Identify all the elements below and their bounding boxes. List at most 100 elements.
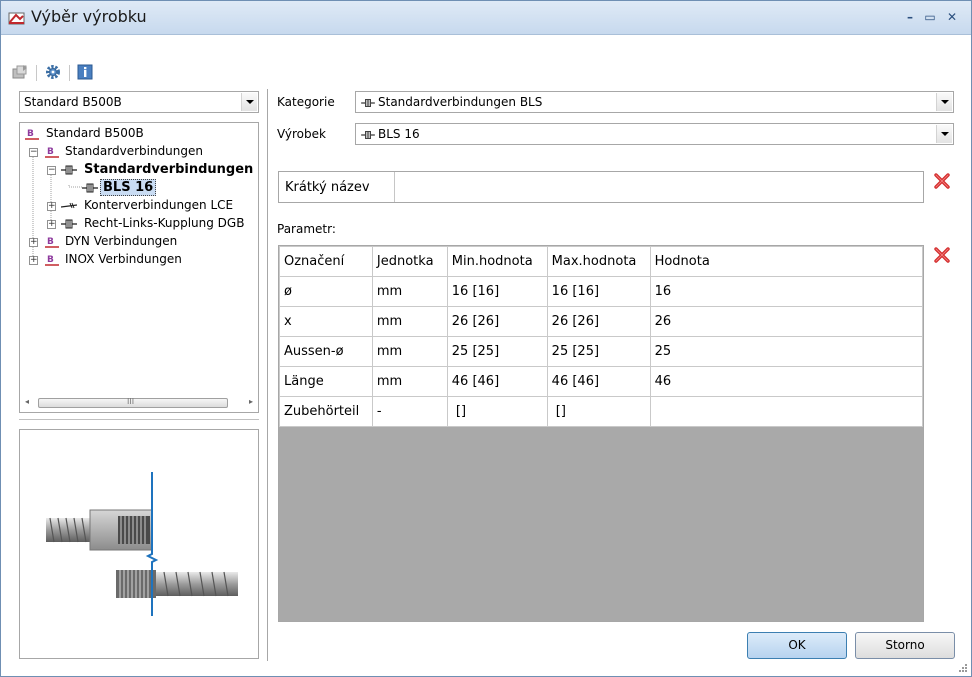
- cell-designation: Länge: [279, 366, 373, 397]
- app-logo-icon: [8, 12, 25, 25]
- tree-item-label: Standardverbindungen BL: [84, 162, 259, 177]
- coupler-icon: [361, 99, 375, 107]
- coupler-preview-image: [46, 472, 238, 616]
- short-name-box: Krátký název: [278, 171, 924, 203]
- category-value: Standardverbindungen BLS: [378, 95, 543, 109]
- tree-item-label: Standard B500B: [46, 126, 144, 140]
- splitter-horizontal[interactable]: [19, 419, 259, 420]
- tree-item-label-selected: BLS 16: [100, 179, 157, 196]
- cell-unit: mm: [371, 336, 448, 367]
- column-header[interactable]: Označení: [279, 246, 373, 277]
- cell-value[interactable]: 16: [649, 276, 924, 307]
- short-name-divider: [394, 172, 395, 202]
- tree-item-label: DYN Verbindungen: [65, 234, 178, 248]
- column-header[interactable]: Hodnota: [649, 246, 924, 277]
- collapse-icon[interactable]: −: [29, 148, 38, 157]
- scrollbar-thumb[interactable]: III: [38, 397, 228, 408]
- table-row[interactable]: x mm 26 [26] 26 [26] 26: [279, 306, 924, 337]
- cell-value[interactable]: 46: [649, 366, 924, 397]
- catalog-select[interactable]: Standard B500B: [19, 91, 259, 113]
- rebar-icon: [61, 202, 77, 209]
- close-button[interactable]: ✕: [945, 10, 959, 24]
- ok-button[interactable]: OK: [747, 632, 847, 659]
- horizontal-scrollbar[interactable]: ◂ III ▸: [22, 396, 256, 410]
- title-bar[interactable]: Výběr výrobku – ▭ ✕: [1, 1, 971, 35]
- cell-designation: Zubehörteil: [279, 396, 373, 427]
- cell-designation: x: [279, 306, 373, 337]
- chevron-down-icon[interactable]: [241, 93, 257, 111]
- category-select[interactable]: Standardverbindungen BLS: [355, 91, 954, 113]
- collapse-icon[interactable]: −: [47, 166, 56, 175]
- table-row[interactable]: Aussen-ø mm 25 [25] 25 [25] 25: [279, 336, 924, 367]
- cell-value[interactable]: 25: [649, 336, 924, 367]
- table-row[interactable]: Länge mm 46 [46] 46 [46] 46: [279, 366, 924, 397]
- expand-icon[interactable]: +: [47, 220, 56, 229]
- expand-icon[interactable]: +: [29, 256, 38, 265]
- open-folder-icon[interactable]: [11, 63, 29, 81]
- column-header[interactable]: Max.hodnota: [546, 246, 651, 277]
- category-label: Kategorie: [277, 95, 335, 109]
- gear-icon[interactable]: [44, 63, 62, 81]
- scroll-left-icon[interactable]: ◂: [25, 397, 29, 406]
- catalog-icon: B: [45, 255, 59, 266]
- cancel-button[interactable]: Storno: [855, 632, 955, 659]
- cell-min: 46 [46]: [446, 366, 548, 397]
- catalog-select-value: Standard B500B: [24, 95, 122, 109]
- cell-min: 26 [26]: [446, 306, 548, 337]
- coupler-icon: [61, 219, 77, 229]
- catalog-icon: B: [45, 147, 59, 158]
- info-icon[interactable]: [76, 63, 94, 81]
- column-header[interactable]: Min.hodnota: [446, 246, 548, 277]
- delete-short-name-icon[interactable]: [934, 173, 950, 189]
- toolbar-separator: [69, 65, 70, 81]
- table-row[interactable]: Zubehörteil - [] []: [279, 396, 924, 427]
- toolbar-separator: [36, 65, 37, 81]
- expand-icon[interactable]: +: [47, 202, 56, 211]
- cell-max: 16 [16]: [546, 276, 651, 307]
- resize-grip-icon[interactable]: [958, 663, 968, 673]
- maximize-button[interactable]: ▭: [923, 10, 937, 24]
- coupler-icon: [61, 165, 77, 175]
- scrollbar-grip: III: [127, 397, 135, 406]
- cell-designation: Aussen-ø: [279, 336, 373, 367]
- tree-item-label: Konterverbindungen LCE: [84, 198, 234, 212]
- minimize-button[interactable]: –: [903, 10, 917, 24]
- table-row[interactable]: ø mm 16 [16] 16 [16] 16: [279, 276, 924, 307]
- cell-max: 25 [25]: [546, 336, 651, 367]
- column-header[interactable]: Jednotka: [371, 246, 448, 277]
- expand-icon[interactable]: +: [29, 238, 38, 247]
- product-preview: [19, 429, 259, 659]
- parameters-label: Parametr:: [277, 222, 336, 236]
- parameters-table: Označení Jednotka Min.hodnota Max.hodnot…: [279, 246, 924, 427]
- product-label: Výrobek: [277, 127, 326, 141]
- cell-min: 16 [16]: [446, 276, 548, 307]
- cell-unit: -: [371, 396, 448, 427]
- chevron-down-icon[interactable]: [936, 93, 952, 111]
- cell-min: 25 [25]: [446, 336, 548, 367]
- product-tree[interactable]: B Standard B500B − B Standardverbindunge…: [19, 122, 259, 413]
- cell-unit: mm: [371, 276, 448, 307]
- cell-min: []: [446, 396, 548, 427]
- table-header-row: Označení Jednotka Min.hodnota Max.hodnot…: [279, 246, 924, 277]
- parameters-grid[interactable]: Označení Jednotka Min.hodnota Max.hodnot…: [278, 245, 924, 622]
- svg-text:B: B: [47, 237, 54, 247]
- cell-value[interactable]: 26: [649, 306, 924, 337]
- coupler-icon: [82, 183, 98, 193]
- product-value: BLS 16: [378, 127, 420, 141]
- delete-parameters-icon[interactable]: [934, 247, 950, 263]
- cell-max: 46 [46]: [546, 366, 651, 397]
- window-title: Výběr výrobku: [31, 7, 147, 26]
- coupler-icon: [361, 131, 375, 139]
- product-select[interactable]: BLS 16: [355, 123, 954, 145]
- cell-unit: mm: [371, 366, 448, 397]
- tree-item-label: INOX Verbindungen: [65, 252, 182, 266]
- product-selection-dialog: Výběr výrobku – ▭ ✕ Standard B500B B Sta…: [0, 0, 972, 677]
- scroll-right-icon[interactable]: ▸: [249, 397, 253, 406]
- cell-max: 26 [26]: [546, 306, 651, 337]
- splitter-vertical[interactable]: [267, 89, 268, 661]
- chevron-down-icon[interactable]: [936, 125, 952, 143]
- cell-unit: mm: [371, 306, 448, 337]
- tree-item-label: Recht-Links-Kupplung DGB: [84, 216, 245, 230]
- svg-text:B: B: [47, 147, 54, 157]
- cell-value[interactable]: [649, 396, 924, 427]
